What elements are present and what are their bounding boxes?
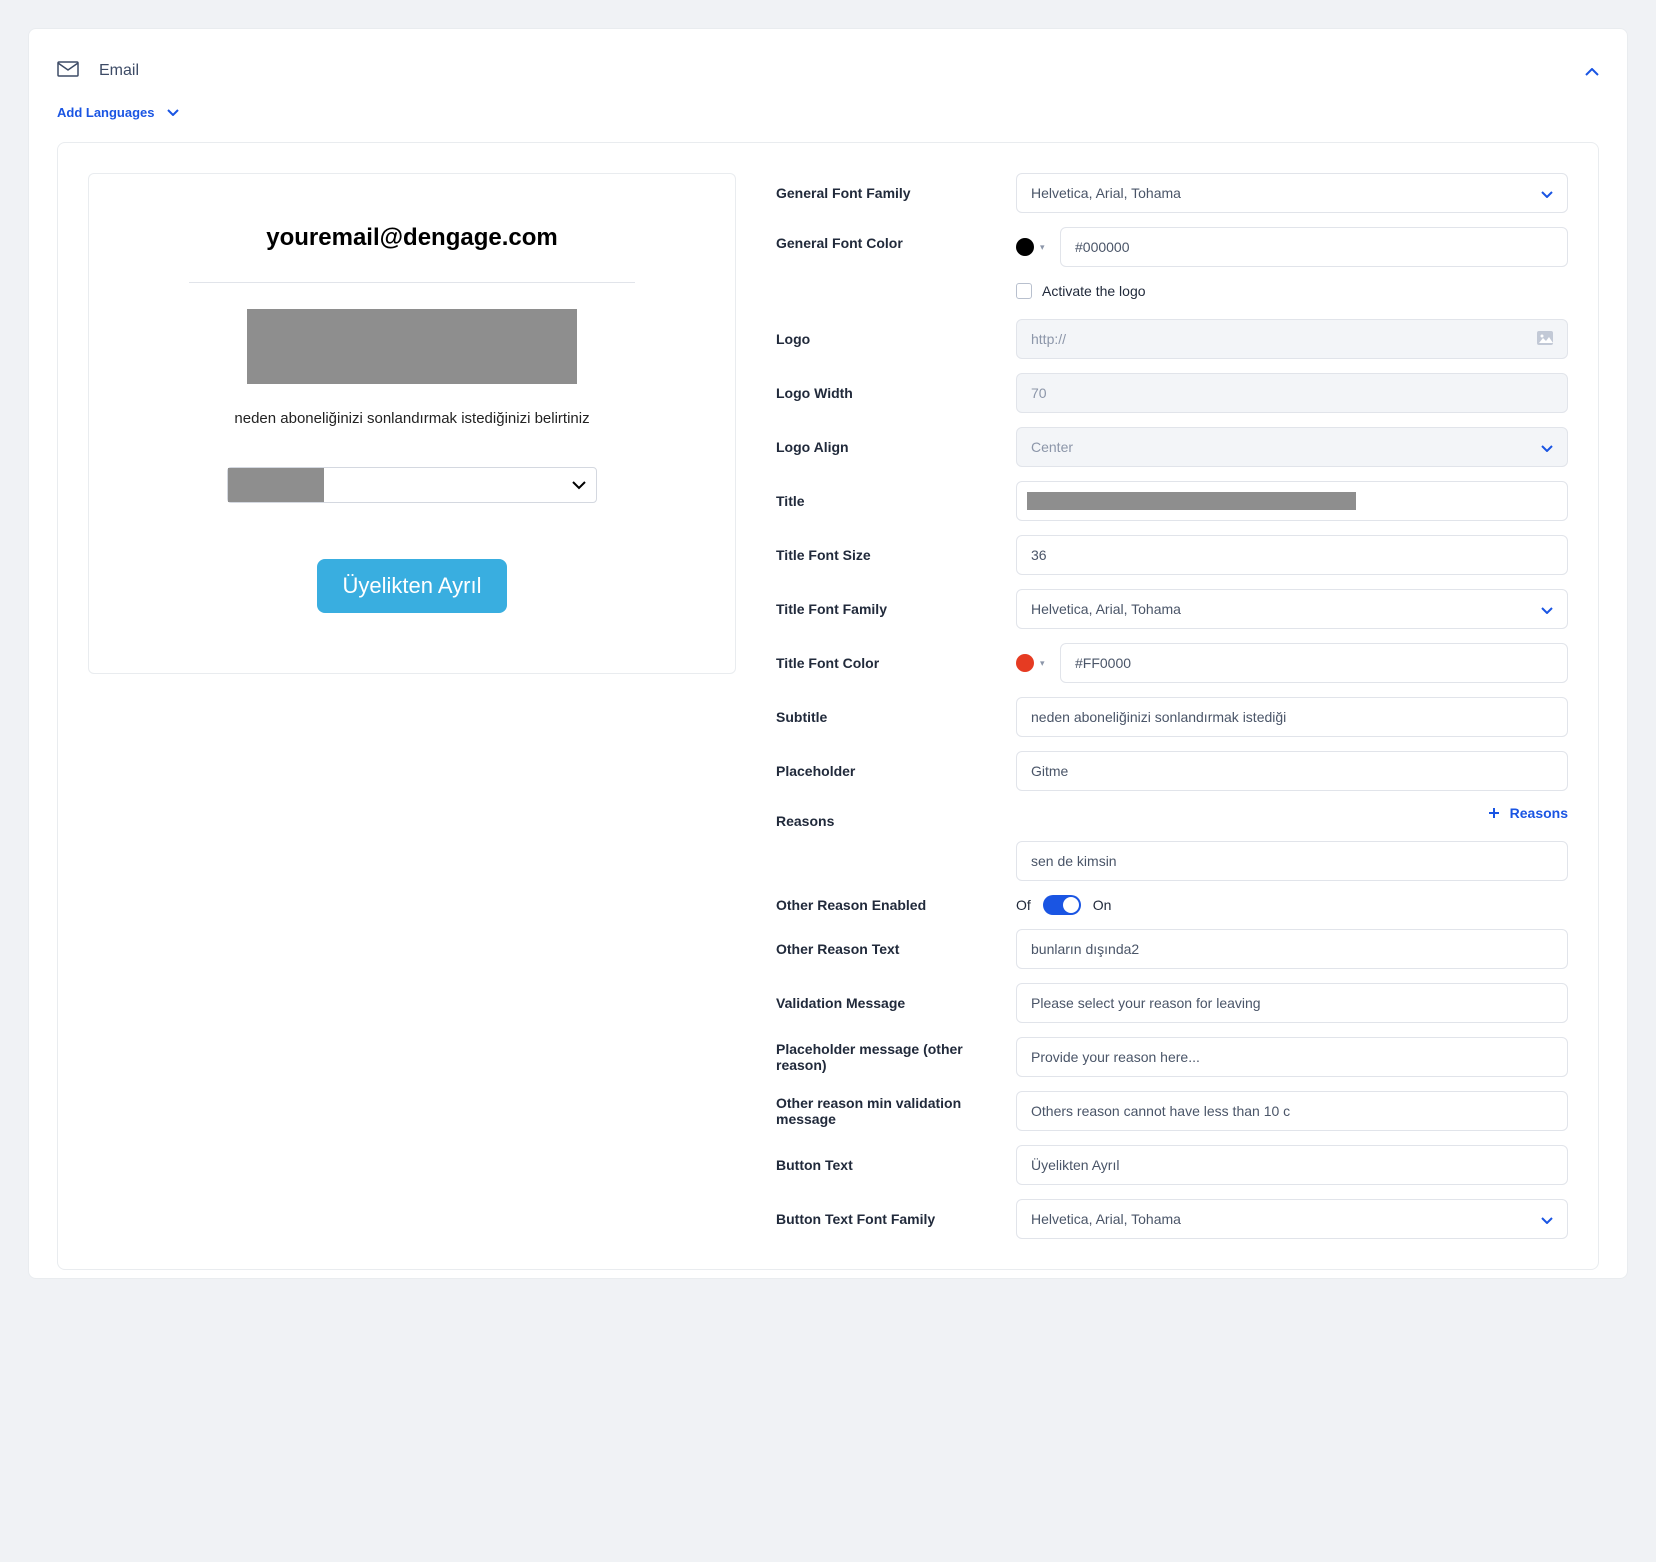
add-reason-label: Reasons	[1510, 805, 1568, 821]
label-placeholder: Placeholder	[776, 763, 996, 779]
label-button-text: Button Text	[776, 1157, 996, 1173]
email-panel: Email Add Languages youremail@dengage.co…	[28, 28, 1628, 1279]
label-other-min-validation: Other reason min validation message	[776, 1095, 996, 1127]
label-button-text-font-family: Button Text Font Family	[776, 1211, 996, 1227]
general-font-family-value: Helvetica, Arial, Tohama	[1031, 185, 1181, 201]
label-validation-message: Validation Message	[776, 995, 996, 1011]
subtitle-value: neden aboneliğinizi sonlandırmak istediğ…	[1031, 709, 1286, 725]
color-swatch-icon	[1016, 654, 1034, 672]
title-input[interactable]	[1016, 481, 1568, 521]
image-icon	[1537, 331, 1553, 348]
title-input-redacted	[1027, 492, 1356, 510]
toggle-off-label: Of	[1016, 897, 1031, 913]
logo-width-input[interactable]: 70	[1016, 373, 1568, 413]
chevron-down-icon	[1541, 439, 1553, 455]
general-font-family-select[interactable]: Helvetica, Arial, Tohama	[1016, 173, 1568, 213]
email-icon	[57, 61, 79, 80]
reason-input-1[interactable]: sen de kimsin	[1016, 841, 1568, 881]
title-font-color-picker[interactable]: ▾	[1016, 654, 1050, 672]
chevron-down-icon	[572, 477, 586, 493]
other-reason-text-input[interactable]: bunların dışında2	[1016, 929, 1568, 969]
logo-url-input[interactable]: http://	[1016, 319, 1568, 359]
preview-title-placeholder	[247, 309, 577, 384]
label-subtitle: Subtitle	[776, 709, 996, 725]
label-logo: Logo	[776, 331, 996, 347]
toggle-on-label: On	[1093, 897, 1112, 913]
label-general-font-family: General Font Family	[776, 185, 996, 201]
label-title-font-size: Title Font Size	[776, 547, 996, 563]
label-general-font-color: General Font Color	[776, 227, 996, 251]
mini-caret-icon: ▾	[1040, 242, 1045, 253]
label-title: Title	[776, 493, 996, 509]
activate-logo-checkbox[interactable]	[1016, 283, 1032, 299]
general-font-color-value: #000000	[1075, 239, 1130, 255]
label-placeholder-other: Placeholder message (other reason)	[776, 1041, 996, 1073]
label-other-reason-enabled: Other Reason Enabled	[776, 897, 996, 913]
activate-logo-label: Activate the logo	[1042, 283, 1146, 299]
plus-icon	[1488, 807, 1500, 819]
label-logo-width: Logo Width	[776, 385, 996, 401]
title-font-size-value: 36	[1031, 547, 1047, 563]
other-min-validation-input[interactable]: Others reason cannot have less than 10 c	[1016, 1091, 1568, 1131]
preview-email: youremail@dengage.com	[149, 224, 675, 252]
preview-divider	[189, 282, 635, 283]
add-languages-link[interactable]: Add Languages	[57, 105, 179, 142]
preview-unsubscribe-button[interactable]: Üyelikten Ayrıl	[317, 559, 508, 613]
button-text-font-family-select[interactable]: Helvetica, Arial, Tohama	[1016, 1199, 1568, 1239]
logo-align-value: Center	[1031, 439, 1073, 455]
logo-align-select[interactable]: Center	[1016, 427, 1568, 467]
placeholder-input[interactable]: Gitme	[1016, 751, 1568, 791]
label-title-font-color: Title Font Color	[776, 655, 996, 671]
mini-caret-icon: ▾	[1040, 658, 1045, 669]
collapse-icon[interactable]	[1585, 63, 1599, 79]
label-reasons: Reasons	[776, 805, 996, 829]
logo-url-placeholder: http://	[1031, 331, 1066, 347]
other-reason-text-value: bunların dışında2	[1031, 941, 1139, 957]
title-font-color-input[interactable]: #FF0000	[1060, 643, 1568, 683]
chevron-down-icon	[1541, 601, 1553, 617]
other-reason-toggle[interactable]	[1043, 895, 1081, 915]
validation-message-input[interactable]: Please select your reason for leaving	[1016, 983, 1568, 1023]
title-font-family-value: Helvetica, Arial, Tohama	[1031, 601, 1181, 617]
other-min-validation-value: Others reason cannot have less than 10 c	[1031, 1103, 1290, 1119]
chevron-down-icon	[1541, 185, 1553, 201]
logo-width-placeholder: 70	[1031, 385, 1047, 401]
title-font-color-value: #FF0000	[1075, 655, 1131, 671]
add-reason-button[interactable]: Reasons	[1016, 805, 1568, 821]
placeholder-other-value: Provide your reason here...	[1031, 1049, 1200, 1065]
general-font-color-picker[interactable]: ▾	[1016, 238, 1050, 256]
label-other-reason-text: Other Reason Text	[776, 941, 996, 957]
panel-title: Email	[99, 62, 1585, 80]
subtitle-input[interactable]: neden aboneliğinizi sonlandırmak istediğ…	[1016, 697, 1568, 737]
preview-reason-select[interactable]	[227, 467, 597, 503]
placeholder-value: Gitme	[1031, 763, 1068, 779]
color-swatch-icon	[1016, 238, 1034, 256]
button-text-value: Üyelikten Ayrıl	[1031, 1157, 1119, 1173]
preview-subtitle: neden aboneliğinizi sonlandırmak istediğ…	[149, 410, 675, 427]
title-font-family-select[interactable]: Helvetica, Arial, Tohama	[1016, 589, 1568, 629]
chevron-down-icon	[167, 109, 179, 116]
validation-message-value: Please select your reason for leaving	[1031, 995, 1261, 1011]
reason-value-1: sen de kimsin	[1031, 853, 1117, 869]
add-languages-label: Add Languages	[57, 105, 155, 120]
preview-panel: youremail@dengage.com neden aboneliğiniz…	[88, 173, 736, 674]
placeholder-other-input[interactable]: Provide your reason here...	[1016, 1037, 1568, 1077]
button-text-input[interactable]: Üyelikten Ayrıl	[1016, 1145, 1568, 1185]
title-font-size-input[interactable]: 36	[1016, 535, 1568, 575]
preview-select-placeholder	[228, 468, 324, 502]
button-text-font-family-value: Helvetica, Arial, Tohama	[1031, 1211, 1181, 1227]
chevron-down-icon	[1541, 1211, 1553, 1227]
label-title-font-family: Title Font Family	[776, 601, 996, 617]
label-logo-align: Logo Align	[776, 439, 996, 455]
general-font-color-input[interactable]: #000000	[1060, 227, 1568, 267]
